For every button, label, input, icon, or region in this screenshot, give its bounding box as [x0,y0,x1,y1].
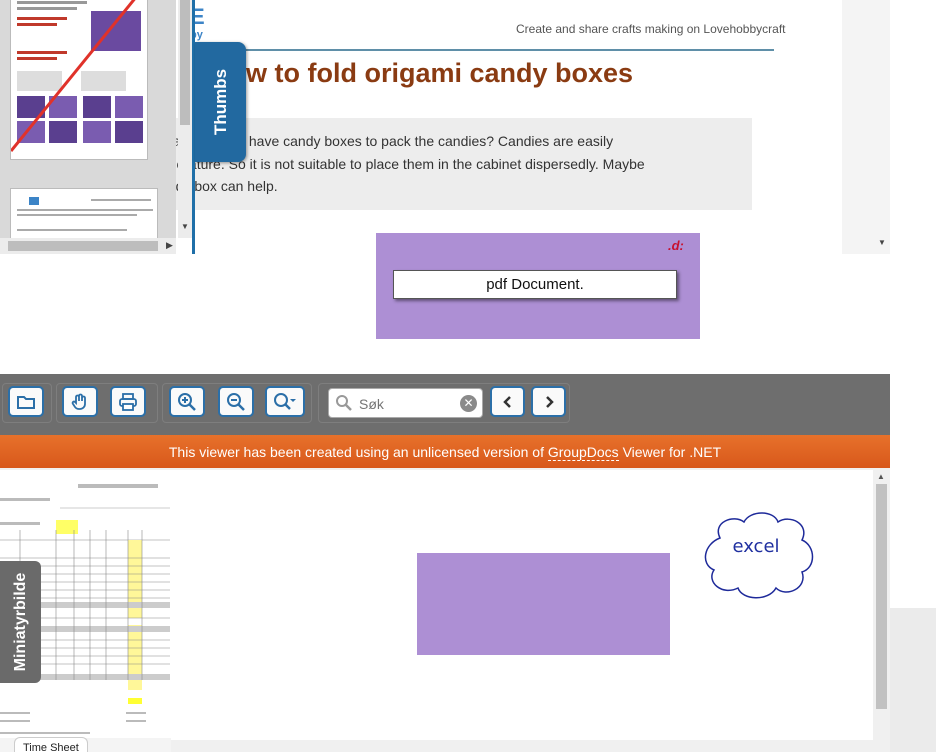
pan-button[interactable] [62,386,98,417]
document-scrollbar[interactable]: ▼ [842,0,890,254]
zoom-dropdown-icon [274,392,296,410]
scrollbar-thumb[interactable] [8,241,158,251]
chevron-right-icon [545,395,554,408]
scroll-right-icon[interactable]: ▶ [166,240,173,251]
excel-horizontal-scrollbar[interactable] [171,740,890,752]
thumbnail-page-1-image [11,0,143,152]
scroll-up-icon[interactable]: ▲ [877,472,885,481]
site-tagline: Create and share crafts making on Loveho… [516,22,786,36]
search-icon [336,395,352,411]
search-input[interactable] [359,393,455,414]
search-box[interactable]: ✕ [328,388,483,418]
zoom-options-button[interactable] [265,386,305,417]
banner-suffix: Viewer for .NET [618,444,722,460]
folder-icon [17,395,35,409]
scrollbar-thumb[interactable] [180,0,190,125]
open-file-button[interactable] [8,386,44,417]
scroll-down-icon[interactable]: ▼ [181,222,189,231]
previous-result-button[interactable] [490,386,525,417]
thumbnail-panel [0,0,176,254]
scroll-down-icon[interactable]: ▼ [878,238,886,247]
excel-vertical-scrollbar[interactable]: ▲ [873,470,890,740]
excel-purple-block [417,553,670,655]
banner-prefix: This viewer has been created using an un… [168,444,548,460]
hand-icon [71,393,86,410]
header-divider [196,49,774,51]
miniatyrbilde-tab-label: Miniatyrbilde [11,572,29,672]
thumbs-tab-label: Thumbs [210,68,230,136]
excel-cloud-label: excel [732,536,780,557]
zoom-in-button[interactable] [169,386,205,417]
thumbnail-vertical-scrollbar[interactable]: ▼ [178,0,192,238]
clear-search-icon[interactable]: ✕ [460,395,477,412]
printer-icon [119,392,137,411]
page-margin [890,608,936,752]
thumbs-tab[interactable]: Thumbs [195,42,246,162]
thumbnail-horizontal-scrollbar[interactable]: ▶ [0,238,176,254]
scrollbar-thumb[interactable] [876,484,887,709]
pdf-document-label: pdf Document. [393,270,677,299]
chevron-left-icon [502,395,511,408]
zoom-out-icon [227,392,245,411]
sheet-tab-time-sheet[interactable]: Time Sheet [14,737,88,752]
zoom-in-icon [178,392,196,411]
unlicensed-banner: This viewer has been created using an un… [0,435,890,468]
pdf-logo: .d: [668,238,684,253]
next-result-button[interactable] [531,386,566,417]
article-title: w to fold origami candy boxes [246,58,634,88]
groupdocs-link[interactable]: GroupDocs [547,444,619,461]
print-button[interactable] [110,386,146,417]
zoom-out-button[interactable] [218,386,254,417]
thumbnail-page-1[interactable] [10,0,148,160]
miniatyrbilde-tab[interactable]: Miniatyrbilde [0,561,41,683]
